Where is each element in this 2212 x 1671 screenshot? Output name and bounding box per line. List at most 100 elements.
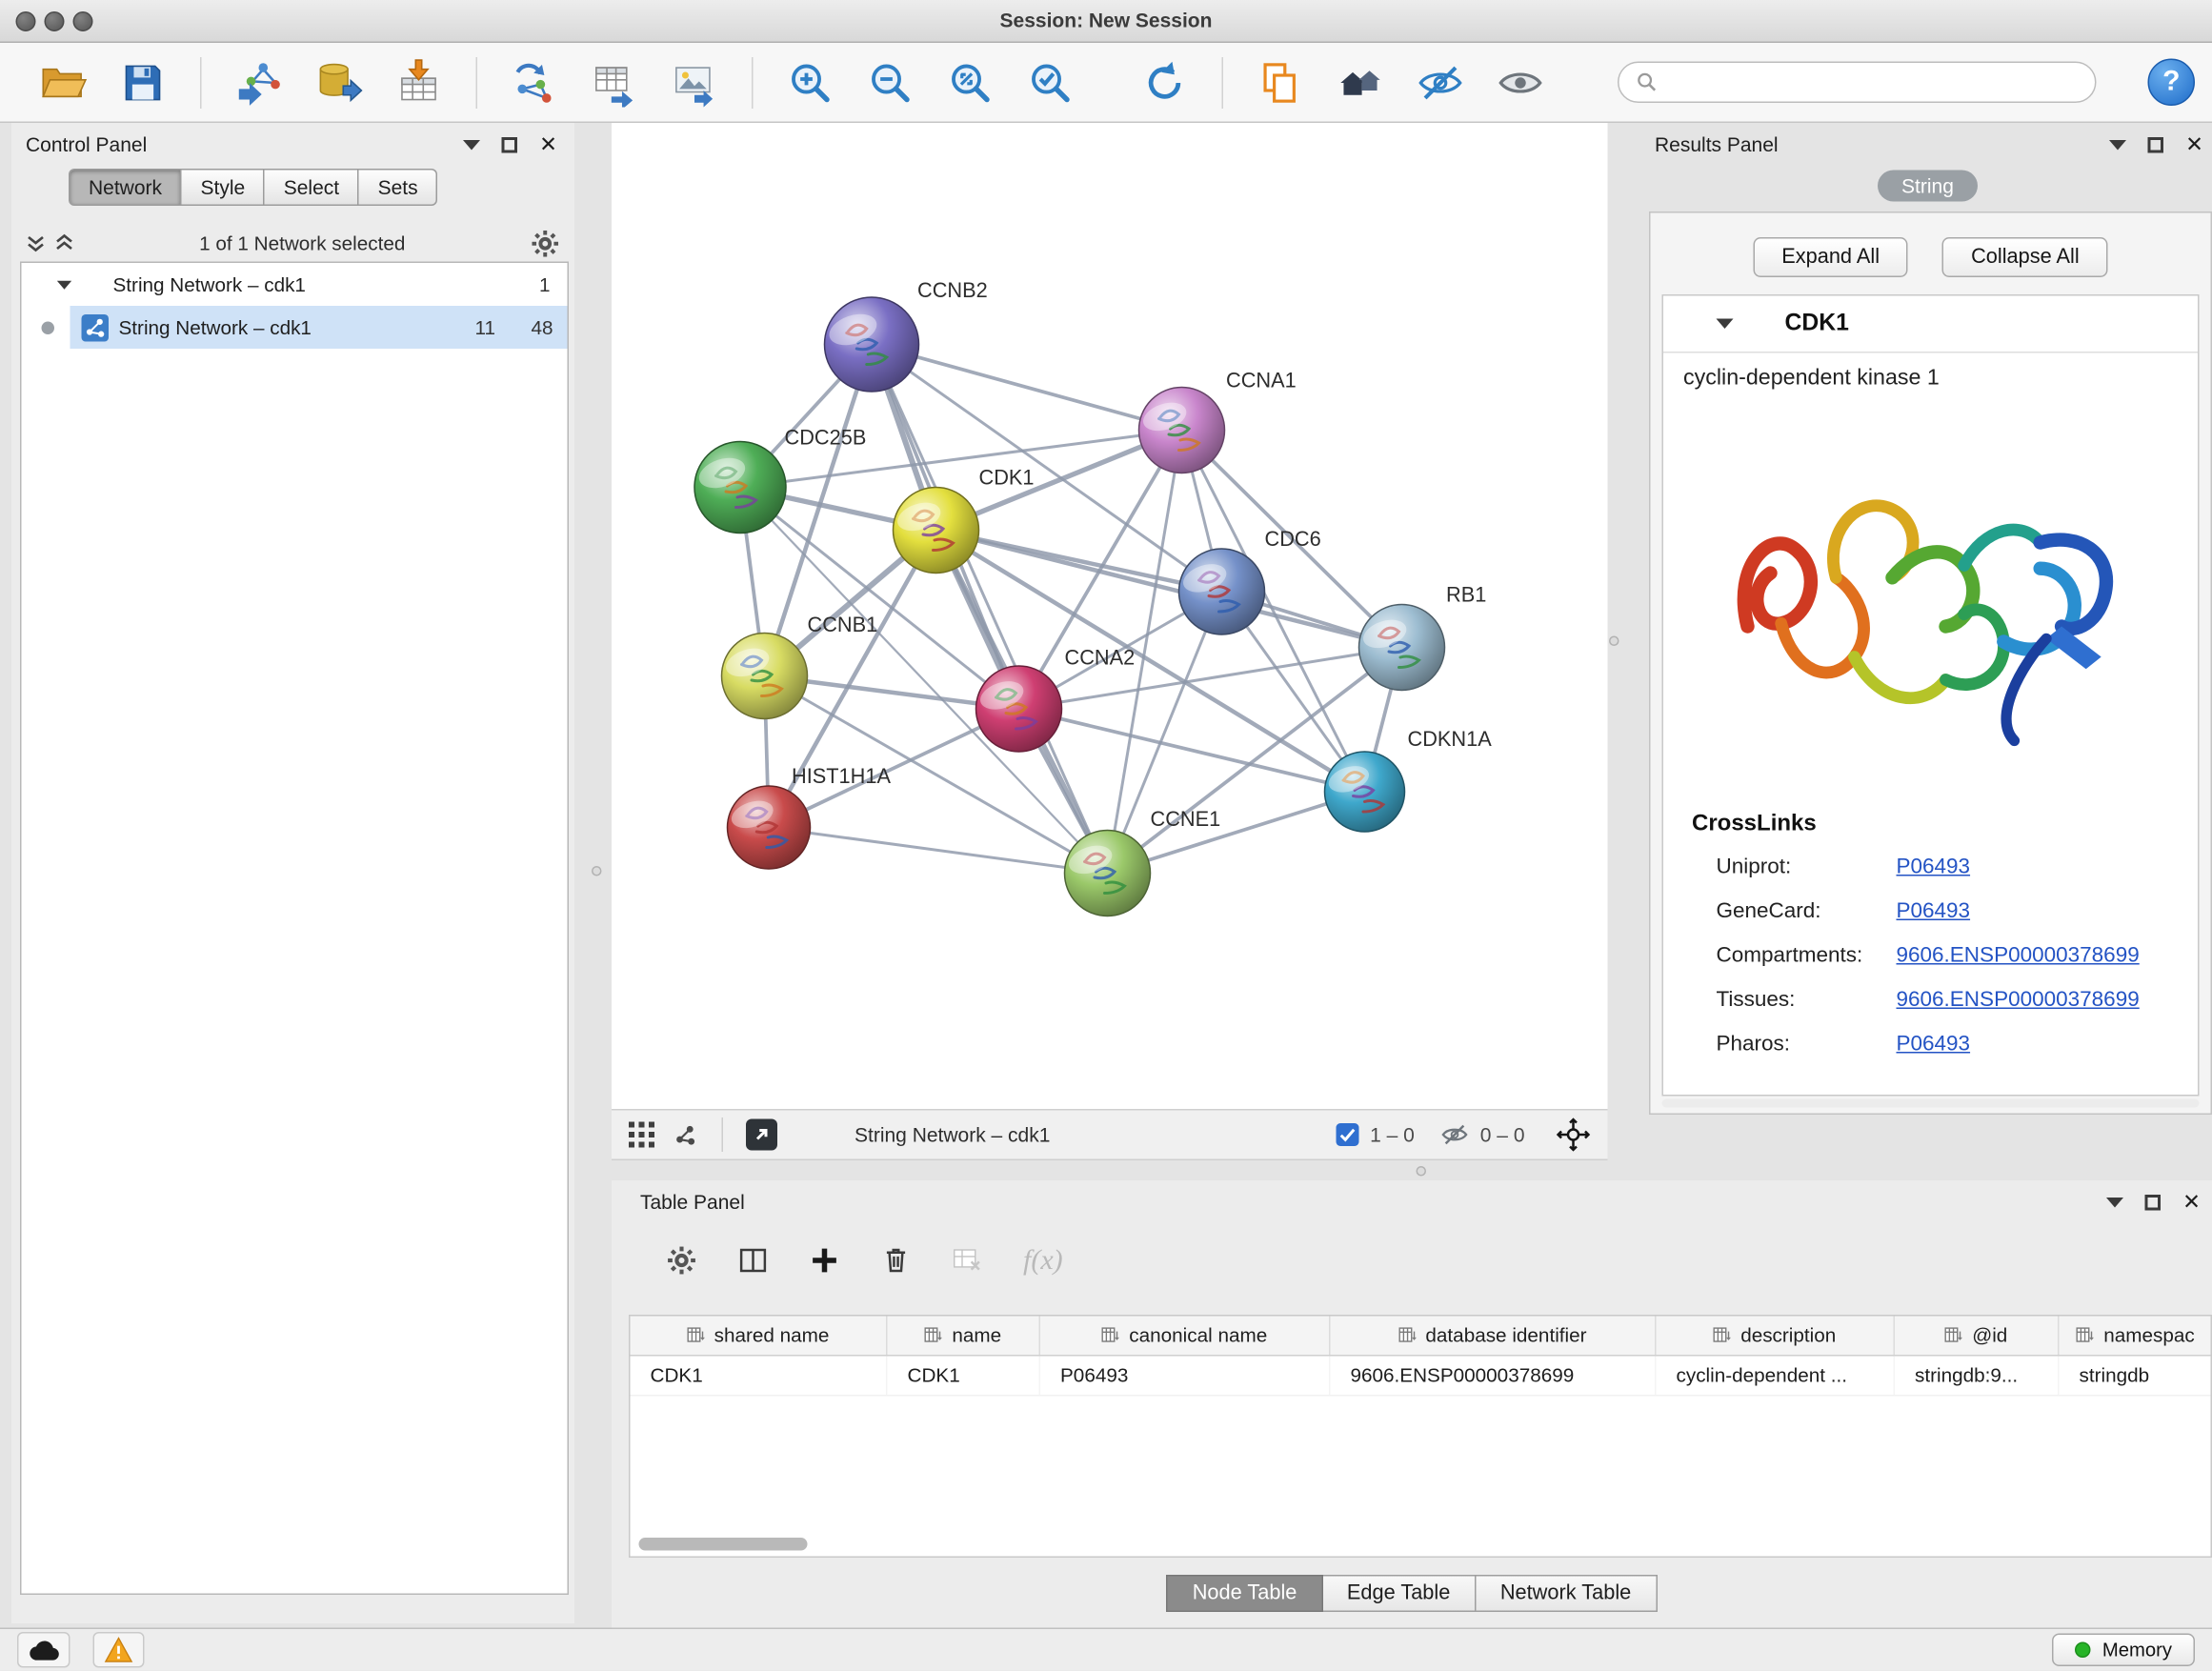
zoom-out-icon[interactable] xyxy=(865,56,916,108)
help-button[interactable]: ? xyxy=(2148,59,2196,107)
hidden-eye-slash-icon[interactable] xyxy=(1440,1120,1469,1149)
column-header-description[interactable]: description xyxy=(1657,1317,1896,1356)
panel-float-icon[interactable] xyxy=(502,136,518,152)
crosslink-link-tissues[interactable]: 9606.ENSP00000378699 xyxy=(1897,988,2140,1013)
table-cell[interactable]: CDK1 xyxy=(631,1357,888,1396)
control-tab-sets[interactable]: Sets xyxy=(359,169,438,206)
window-zoom-button[interactable] xyxy=(73,11,93,31)
network-node-RB1[interactable] xyxy=(1359,605,1445,691)
network-collection-row[interactable]: String Network – cdk1 1 xyxy=(22,263,568,306)
table-cell[interactable]: cyclin-dependent ... xyxy=(1657,1357,1896,1396)
collapse-all-button[interactable]: Collapse All xyxy=(1942,237,2108,277)
show-columns-icon[interactable] xyxy=(737,1245,769,1277)
results-scrollbar[interactable] xyxy=(1662,1099,2200,1108)
refresh-icon[interactable] xyxy=(1139,56,1191,108)
hide-selected-eye-slash-icon[interactable] xyxy=(1415,56,1466,108)
column-header-id[interactable]: @id xyxy=(1895,1317,2060,1356)
splitter-handle[interactable] xyxy=(1417,1166,1427,1177)
cloud-status-button[interactable] xyxy=(17,1633,70,1669)
network-edge-CCNB2-CCNE1[interactable] xyxy=(872,345,1108,874)
birdseye-view-icon[interactable] xyxy=(746,1119,777,1151)
network-node-CDC6[interactable] xyxy=(1179,549,1265,634)
add-column-plus-icon[interactable] xyxy=(809,1245,840,1277)
crosslink-link-compartments[interactable]: 9606.ENSP00000378699 xyxy=(1897,943,2140,968)
save-session-icon[interactable] xyxy=(117,56,169,108)
table-tab-edge-table[interactable]: Edge Table xyxy=(1322,1575,1476,1612)
network-node-CCNA1[interactable] xyxy=(1139,388,1225,473)
network-node-CCNE1[interactable] xyxy=(1065,831,1151,916)
import-table-icon[interactable] xyxy=(393,56,445,108)
network-glyph-icon[interactable] xyxy=(672,1121,699,1149)
home-icon[interactable] xyxy=(1335,56,1386,108)
panel-menu-icon[interactable] xyxy=(2107,1197,2124,1207)
string-tab-badge[interactable]: String xyxy=(1878,171,1979,202)
zoom-in-icon[interactable] xyxy=(785,56,836,108)
network-edge-CDK1-RB1[interactable] xyxy=(936,531,1402,648)
crosslink-link-genecard[interactable]: P06493 xyxy=(1897,899,1971,924)
panel-menu-icon[interactable] xyxy=(2110,139,2127,150)
delete-column-trash-icon[interactable] xyxy=(880,1245,912,1277)
network-node-CCNA2[interactable] xyxy=(976,666,1062,752)
network-node-CDC25B[interactable] xyxy=(694,442,786,534)
zoom-fit-icon[interactable] xyxy=(945,56,996,108)
show-all-eye-icon[interactable] xyxy=(1495,56,1546,108)
table-cell[interactable]: stringdb:9... xyxy=(1895,1357,2060,1396)
collapse-protein-icon[interactable] xyxy=(1717,319,1734,330)
table-settings-gear-icon[interactable] xyxy=(666,1245,697,1277)
control-tab-network[interactable]: Network xyxy=(69,169,182,206)
table-cell[interactable]: 9606.ENSP00000378699 xyxy=(1331,1357,1657,1396)
expand-all-tree-icon[interactable] xyxy=(26,233,46,253)
network-row-selected[interactable]: String Network – cdk1 11 48 xyxy=(22,306,568,349)
splitter-handle[interactable] xyxy=(592,866,602,876)
column-header-database-identifier[interactable]: database identifier xyxy=(1331,1317,1657,1356)
network-edge-HIST1H1A-CCNE1[interactable] xyxy=(769,828,1108,874)
table-cell[interactable]: stringdb xyxy=(2060,1357,2212,1396)
network-node-CCNB1[interactable] xyxy=(722,634,808,719)
column-header-shared-name[interactable]: shared name xyxy=(631,1317,888,1356)
panel-close-icon[interactable]: ✕ xyxy=(539,133,557,155)
table-tab-node-table[interactable]: Node Table xyxy=(1167,1575,1323,1612)
panel-float-icon[interactable] xyxy=(2148,136,2164,152)
column-header-namespac[interactable]: namespac xyxy=(2060,1317,2212,1356)
pan-crosshair-icon[interactable] xyxy=(1557,1117,1591,1152)
crosslink-link-uniprot[interactable]: P06493 xyxy=(1897,855,1971,879)
network-edge-CCNB2-CCNA1[interactable] xyxy=(872,345,1182,431)
export-network-icon[interactable] xyxy=(509,56,560,108)
table-cell[interactable]: P06493 xyxy=(1040,1357,1331,1396)
control-tab-style[interactable]: Style xyxy=(182,169,265,206)
panel-close-icon[interactable]: ✕ xyxy=(2182,1191,2201,1213)
table-tab-network-table[interactable]: Network Table xyxy=(1476,1575,1657,1612)
search-input[interactable] xyxy=(1668,71,2079,93)
network-node-CDK1[interactable] xyxy=(894,488,979,574)
collapse-all-tree-icon[interactable] xyxy=(54,233,74,253)
table-cell[interactable]: CDK1 xyxy=(888,1357,1041,1396)
export-table-icon[interactable] xyxy=(589,56,640,108)
table-hscrollbar[interactable] xyxy=(639,1538,808,1551)
column-header-canonical-name[interactable]: canonical name xyxy=(1040,1317,1331,1356)
panel-menu-icon[interactable] xyxy=(464,139,481,150)
panel-float-icon[interactable] xyxy=(2145,1194,2162,1210)
window-close-button[interactable] xyxy=(16,11,36,31)
network-node-CDKN1A[interactable] xyxy=(1325,752,1405,832)
search-box[interactable] xyxy=(1618,62,2097,104)
protein-card-header[interactable]: CDK1 xyxy=(1663,296,2198,353)
window-minimize-button[interactable] xyxy=(45,11,65,31)
table-row[interactable]: CDK1CDK1P064939606.ENSP00000378699cyclin… xyxy=(631,1357,2211,1397)
import-network-database-icon[interactable] xyxy=(313,56,365,108)
network-node-CCNB2[interactable] xyxy=(825,297,919,392)
splitter-handle[interactable] xyxy=(1609,636,1619,647)
gear-icon[interactable] xyxy=(531,228,561,258)
selected-checkbox-icon[interactable] xyxy=(1336,1123,1358,1146)
panel-close-icon[interactable]: ✕ xyxy=(2185,133,2203,155)
column-header-name[interactable]: name xyxy=(888,1317,1041,1356)
export-image-icon[interactable] xyxy=(669,56,720,108)
import-network-file-icon[interactable] xyxy=(233,56,285,108)
zoom-selected-icon[interactable] xyxy=(1025,56,1076,108)
crosslink-link-pharos[interactable]: P06493 xyxy=(1897,1032,1971,1057)
network-canvas[interactable]: CCNB2CCNA1CDC25BCDK1CDC6RB1CCNB1CCNA2CDK… xyxy=(612,123,1608,1109)
tree-disclosure-icon[interactable] xyxy=(57,280,71,289)
open-session-icon[interactable] xyxy=(37,56,89,108)
warnings-button[interactable] xyxy=(93,1633,145,1669)
expand-all-button[interactable]: Expand All xyxy=(1753,237,1908,277)
network-node-HIST1H1A[interactable] xyxy=(728,786,811,869)
